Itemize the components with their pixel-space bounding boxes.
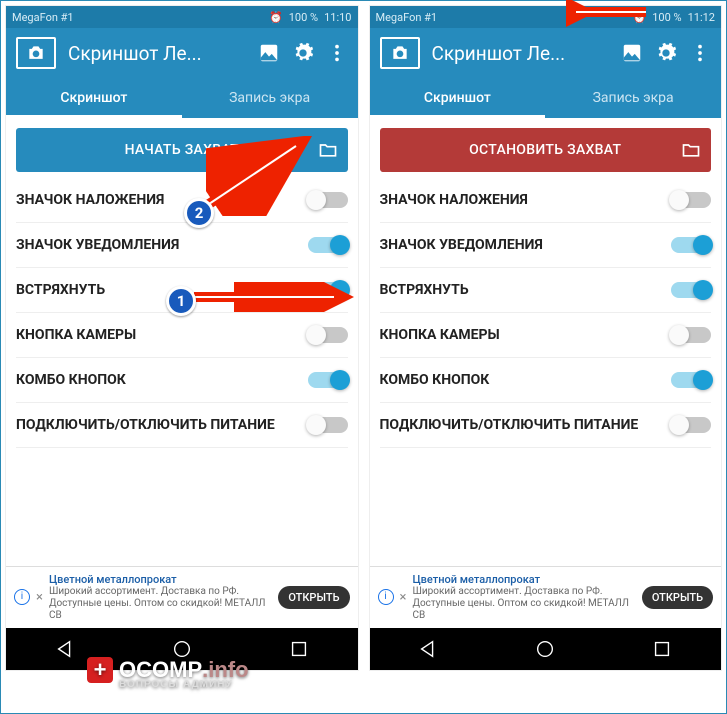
carrier-label: MegaFon #1	[12, 11, 74, 24]
phone-right: MegaFon #1 ⏰ 100 % 11:12 Скриншот Ле... …	[369, 5, 723, 671]
ad-text: Цветной металлопрокат Широкий ассортимен…	[412, 573, 635, 622]
phone-left: MegaFon #1 ⏰ 100 % 11:10 Скриншот Ле... …	[5, 5, 359, 671]
toggle-switch[interactable]	[308, 327, 348, 343]
back-button[interactable]	[54, 638, 76, 660]
status-bar: MegaFon #1 ⏰ 100 % 11:10	[6, 6, 358, 28]
setting-label: ВСТРЯХНУТЬ	[16, 282, 105, 298]
arrow-2	[206, 136, 316, 216]
ad-desc: Широкий ассортимент. Доставка по РФ. Дос…	[49, 586, 272, 622]
gallery-icon[interactable]	[621, 42, 643, 64]
recent-button[interactable]	[288, 638, 310, 660]
folder-icon[interactable]	[318, 140, 338, 160]
toggle-switch[interactable]	[308, 372, 348, 388]
more-icon[interactable]	[326, 42, 348, 64]
setting-row: ЗНАЧОК НАЛОЖЕНИЯ	[380, 178, 712, 223]
recent-button[interactable]	[651, 638, 673, 660]
setting-row: ЗНАЧОК УВЕДОМЛЕНИЯ	[380, 223, 712, 268]
setting-label: ЗНАЧОК НАЛОЖЕНИЯ	[16, 192, 164, 208]
gear-icon[interactable]	[292, 42, 314, 64]
arrow-statusbar	[566, 0, 656, 27]
setting-label: КОМБО КНОПОК	[16, 372, 126, 388]
toggle-switch[interactable]	[671, 237, 711, 253]
ad-close-icon[interactable]: ×	[400, 590, 407, 605]
ad-cta-button[interactable]: ОТКРЫТЬ	[278, 586, 349, 609]
ad-banner[interactable]: i × Цветной металлопрокат Широкий ассорт…	[6, 566, 358, 628]
more-icon[interactable]	[689, 42, 711, 64]
toggle-switch[interactable]	[671, 372, 711, 388]
alarm-icon: ⏰	[269, 11, 283, 24]
plus-icon: +	[87, 657, 113, 683]
nav-bar	[370, 628, 722, 670]
app-camera-icon	[16, 37, 56, 69]
clock-label: 11:12	[688, 11, 715, 24]
toggle-switch[interactable]	[671, 417, 711, 433]
setting-label: ЗНАЧОК НАЛОЖЕНИЯ	[380, 192, 528, 208]
app-bar: Скриншот Ле...	[6, 28, 358, 78]
folder-icon[interactable]	[681, 140, 701, 160]
battery-label: 100 %	[289, 11, 318, 24]
toggle-switch[interactable]	[671, 327, 711, 343]
app-bar: Скриншот Ле...	[370, 28, 722, 78]
gear-icon[interactable]	[655, 42, 677, 64]
app-title: Скриншот Ле...	[432, 42, 610, 65]
setting-label: ЗНАЧОК УВЕДОМЛЕНИЯ	[16, 237, 179, 253]
setting-row: КНОПКА КАМЕРЫ	[16, 313, 348, 358]
tab-screenshot[interactable]: Скриншот	[370, 78, 546, 118]
home-button[interactable]	[534, 638, 556, 660]
watermark: + OCOMP.info ВОПРОСЫ АДМИНУ	[87, 657, 249, 683]
marker-1: 1	[166, 286, 196, 316]
setting-label: ПОДКЛЮЧИТЬ/ОТКЛЮЧИТЬ ПИТАНИЕ	[380, 417, 639, 433]
ad-banner[interactable]: i × Цветной металлопрокат Широкий ассорт…	[370, 566, 722, 628]
tabs: Скриншот Запись экра	[370, 78, 722, 118]
tab-record[interactable]: Запись экра	[182, 78, 358, 118]
setting-label: КОМБО КНОПОК	[380, 372, 490, 388]
setting-row: КОМБО КНОПОК	[16, 358, 348, 403]
gallery-icon[interactable]	[258, 42, 280, 64]
app-title: Скриншот Ле...	[68, 42, 246, 65]
ad-title: Цветной металлопрокат	[412, 573, 635, 586]
ad-desc: Широкий ассортимент. Доставка по РФ. Дос…	[412, 586, 635, 622]
setting-label: КНОПКА КАМЕРЫ	[16, 327, 136, 343]
setting-row: ВСТРЯХНУТЬ	[380, 268, 712, 313]
setting-row: ПОДКЛЮЧИТЬ/ОТКЛЮЧИТЬ ПИТАНИЕ	[380, 403, 712, 448]
toggle-switch[interactable]	[308, 417, 348, 433]
content: ОСТАНОВИТЬ ЗАХВАТ ЗНАЧОК НАЛОЖЕНИЯ ЗНАЧОК…	[370, 118, 722, 566]
setting-row: ЗНАЧОК УВЕДОМЛЕНИЯ	[16, 223, 348, 268]
marker-2: 2	[184, 198, 214, 228]
toggle-switch[interactable]	[671, 192, 711, 208]
capture-label: ОСТАНОВИТЬ ЗАХВАТ	[469, 142, 621, 158]
ad-info-icon: i	[14, 589, 30, 605]
setting-row: КНОПКА КАМЕРЫ	[380, 313, 712, 358]
setting-row: ПОДКЛЮЧИТЬ/ОТКЛЮЧИТЬ ПИТАНИЕ	[16, 403, 348, 448]
back-button[interactable]	[417, 638, 439, 660]
clock-label: 11:10	[324, 11, 351, 24]
arrow-1	[194, 282, 354, 312]
status-bar: MegaFon #1 ⏰ 100 % 11:12	[370, 6, 722, 28]
ad-title: Цветной металлопрокат	[49, 573, 272, 586]
ad-cta-button[interactable]: ОТКРЫТЬ	[642, 586, 713, 609]
ad-close-icon[interactable]: ×	[36, 590, 43, 605]
tab-screenshot[interactable]: Скриншот	[6, 78, 182, 118]
carrier-label: MegaFon #1	[376, 11, 438, 24]
app-camera-icon	[380, 37, 420, 69]
setting-label: КНОПКА КАМЕРЫ	[380, 327, 500, 343]
battery-label: 100 %	[652, 11, 681, 24]
setting-row: КОМБО КНОПОК	[380, 358, 712, 403]
toggle-switch[interactable]	[308, 237, 348, 253]
setting-label: ЗНАЧОК УВЕДОМЛЕНИЯ	[380, 237, 543, 253]
stop-capture-button[interactable]: ОСТАНОВИТЬ ЗАХВАТ	[380, 128, 712, 172]
ad-info-icon: i	[378, 589, 394, 605]
tab-record[interactable]: Запись экра	[545, 78, 721, 118]
setting-label: ВСТРЯХНУТЬ	[380, 282, 469, 298]
setting-label: ПОДКЛЮЧИТЬ/ОТКЛЮЧИТЬ ПИТАНИЕ	[16, 417, 275, 433]
toggle-switch[interactable]	[671, 282, 711, 298]
tabs: Скриншот Запись экра	[6, 78, 358, 118]
ad-text: Цветной металлопрокат Широкий ассортимен…	[49, 573, 272, 622]
